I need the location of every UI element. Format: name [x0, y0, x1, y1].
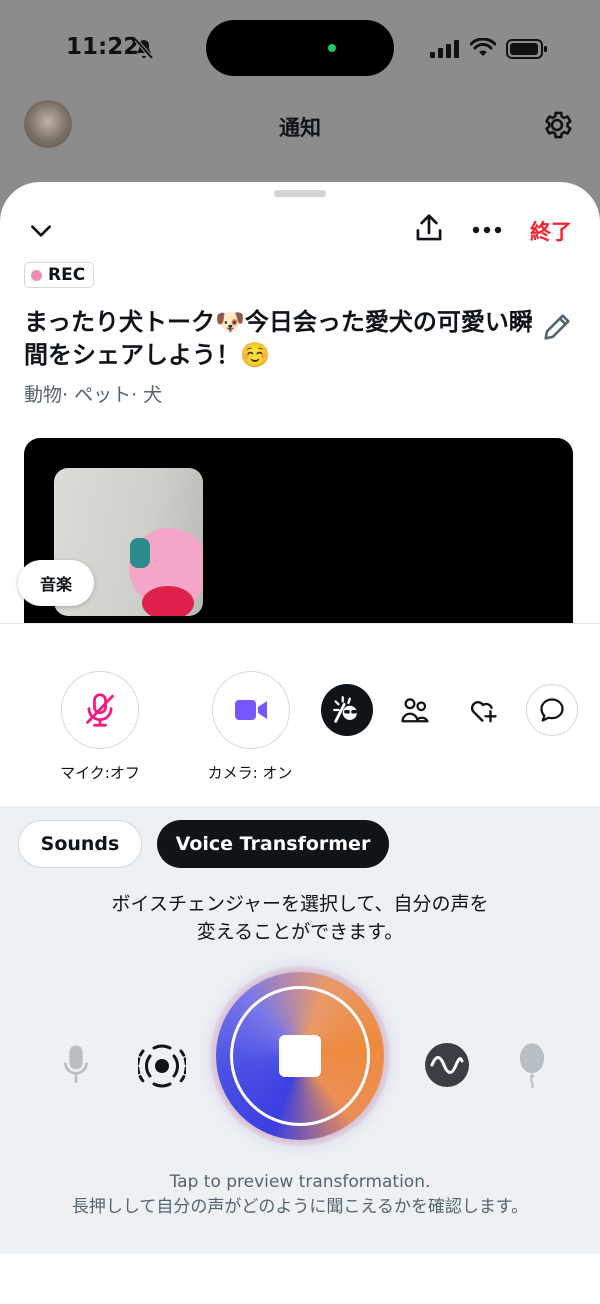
vibrate-voice-icon[interactable]: [138, 1042, 186, 1090]
camera-label: カメラ: オン: [207, 764, 293, 782]
share-icon[interactable]: [414, 212, 444, 244]
pencil-icon[interactable]: [540, 310, 574, 344]
rec-label: REC: [48, 265, 86, 285]
chat-icon: [540, 698, 564, 722]
wifi-icon: [470, 38, 496, 56]
status-bar: 11:22: [0, 0, 600, 96]
status-time: 11:22: [66, 34, 140, 60]
dynamic-island: [206, 20, 394, 76]
mic-label: マイク:オフ: [60, 764, 140, 782]
camera-toggle-button[interactable]: [212, 671, 290, 749]
divider: [0, 623, 600, 624]
heart-plus-icon: [470, 701, 497, 723]
balloon-icon[interactable]: [518, 1042, 546, 1088]
page-title: 通知: [279, 116, 321, 140]
signal-icon: [430, 40, 459, 58]
video-camera-icon: [235, 700, 267, 720]
panel-hint-line2: 長押しして自分の声がどのように聞こえるかを確認します。: [71, 1197, 529, 1217]
people-icon: [401, 698, 429, 723]
music-pill[interactable]: 音楽: [18, 560, 95, 606]
sheet-grabber[interactable]: [274, 190, 326, 197]
end-space-button[interactable]: 終了: [530, 216, 572, 246]
mic-toggle-button[interactable]: [61, 671, 139, 749]
more-icon[interactable]: [472, 226, 502, 234]
battery-icon: [506, 39, 547, 59]
mic-off-icon: [86, 693, 114, 727]
chevron-down-icon[interactable]: [28, 218, 54, 244]
headphone-shape: [130, 538, 150, 568]
panel-description: ボイスチェンジャーを選択して、自分の声を 変えることができます。: [0, 890, 600, 946]
space-title: まったり犬トーク🐶今日会った愛犬の可愛い瞬間をシェアしよう！☺️: [24, 308, 533, 369]
rec-dot: [31, 269, 42, 281]
stop-icon: [279, 1035, 321, 1077]
chat-button[interactable]: [526, 684, 578, 736]
rec-badge: REC: [24, 262, 95, 288]
bell-off-icon: [134, 38, 154, 60]
wave-icon[interactable]: [424, 1042, 470, 1088]
tab-voice-transformer[interactable]: Voice Transformer: [157, 820, 389, 868]
notifications-header: 通知: [0, 96, 600, 166]
people-button[interactable]: [389, 684, 441, 736]
panel-hint-line1: Tap to preview transformation.: [169, 1172, 431, 1192]
voice-panel: Sounds Voice Transformer ボイスチェンジャーを選択して、…: [0, 806, 600, 1254]
video-area: [24, 438, 573, 623]
voice-effect-button[interactable]: [321, 684, 373, 736]
kirby-foot: [142, 586, 194, 616]
tab-sounds[interactable]: Sounds: [18, 820, 142, 868]
voice-effect-icon: [333, 696, 357, 723]
panel-hint: Tap to preview transformation. 長押しして自分の声…: [0, 1170, 600, 1220]
panel-description-line2: 変えることができます。: [196, 921, 404, 943]
heart-plus-button[interactable]: [457, 684, 509, 736]
microphone-icon[interactable]: [62, 1044, 90, 1084]
panel-description-line1: ボイスチェンジャーを選択して、自分の声を: [111, 893, 489, 915]
camera-indicator-dot: [328, 44, 336, 52]
space-topics: 動物· ペット· 犬: [24, 384, 163, 406]
gear-icon[interactable]: [540, 108, 574, 142]
